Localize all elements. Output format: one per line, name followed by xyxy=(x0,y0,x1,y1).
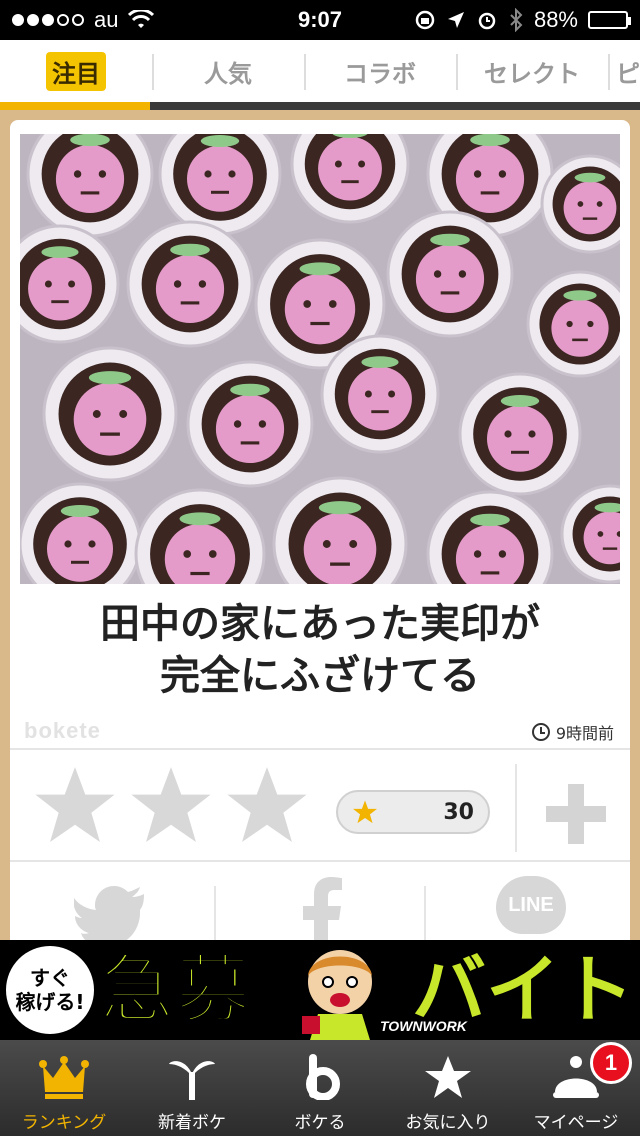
tab-collab[interactable]: コラボ xyxy=(304,40,456,102)
ad-banner[interactable]: すぐ 稼げる! 急募 バイト TOWNWORK xyxy=(0,940,640,1040)
add-to-favorites-button[interactable] xyxy=(546,784,606,844)
battery-icon xyxy=(588,11,631,29)
star-outline-icon xyxy=(131,767,211,842)
headline-line-1: 田中の家にあった実印が xyxy=(100,601,540,647)
nav-ranking[interactable]: ランキング xyxy=(0,1040,128,1136)
headline-line-2: 完全にふざけてる xyxy=(160,653,480,699)
ad-headline-left: 急募 xyxy=(99,946,252,1034)
star-icon xyxy=(423,1054,473,1100)
ad-mascot-icon xyxy=(302,950,372,1040)
rating-row: 30 xyxy=(10,750,630,860)
bokete-logo: bokete xyxy=(24,718,101,743)
post-headline: 田中の家にあった実印が 完全にふざけてる xyxy=(10,598,630,702)
wifi-icon xyxy=(128,10,155,28)
divider xyxy=(424,886,426,942)
score-badge: 30 xyxy=(336,790,490,834)
gold-star-icon xyxy=(353,800,377,824)
tab-label: 注目 xyxy=(46,51,106,91)
nav-label: マイページ xyxy=(533,1113,619,1133)
tab-partial[interactable]: ピ xyxy=(608,40,640,102)
battery-percent: 88% xyxy=(533,7,578,32)
tab-label: 人気 xyxy=(204,59,252,88)
ad-badge: すぐ 稼げる! xyxy=(6,946,94,1034)
status-left: au xyxy=(12,7,155,33)
line-share-button[interactable]: LINE xyxy=(496,876,566,934)
bokete-b-icon xyxy=(295,1054,345,1101)
nav-favorites[interactable]: お気に入り xyxy=(384,1040,512,1136)
line-label: LINE xyxy=(508,893,554,916)
nav-label: ランキング xyxy=(21,1113,107,1133)
tab-featured[interactable]: 注目 xyxy=(0,40,152,110)
rate-star-1-button[interactable] xyxy=(32,762,118,848)
nav-boke[interactable]: ボケる xyxy=(256,1040,384,1136)
candy-photo-illustration xyxy=(20,134,620,584)
ad-brand-label: TOWNWORK xyxy=(380,1018,467,1034)
post-photo[interactable] xyxy=(20,134,620,584)
tab-popular[interactable]: 人気 xyxy=(152,40,304,102)
carrier-label: au xyxy=(94,7,119,32)
notification-badge: 1 xyxy=(590,1042,632,1084)
signal-strength-icon xyxy=(12,14,84,26)
nav-label: お気に入り xyxy=(405,1113,491,1133)
clock-icon xyxy=(531,723,550,741)
rate-star-2-button[interactable] xyxy=(128,762,214,848)
category-tabs: 注目 人気 コラボ セレクト ピ xyxy=(0,40,640,110)
nav-label: 新着ボケ xyxy=(158,1113,226,1133)
post-timestamp: 9時間前 xyxy=(531,720,614,744)
status-bar: au 9:07 88% xyxy=(0,0,640,40)
ad-badge-line-2: 稼げる! xyxy=(15,990,85,1014)
divider xyxy=(214,886,216,942)
nav-mypage[interactable]: マイページ 1 xyxy=(512,1040,640,1136)
tab-label: コラボ xyxy=(344,59,416,88)
score-value: 30 xyxy=(443,799,474,825)
bottom-nav: ランキング 新着ボケ ボケる お気に入り マイページ 1 xyxy=(0,1040,640,1136)
star-outline-icon xyxy=(35,767,115,842)
rate-star-3-button[interactable] xyxy=(224,762,310,848)
bluetooth-icon xyxy=(510,8,523,32)
status-right: 88% xyxy=(414,7,631,33)
divider xyxy=(515,764,517,852)
nav-new-posts[interactable]: 新着ボケ xyxy=(128,1040,256,1136)
location-arrow-icon xyxy=(447,12,464,28)
rotation-lock-icon xyxy=(415,10,435,30)
star-outline-icon xyxy=(227,767,307,842)
ad-badge-line-1: すぐ xyxy=(30,966,70,990)
post-card: 田中の家にあった実印が 完全にふざけてる bokete 9時間前 30 LINE xyxy=(10,120,630,960)
active-tab-indicator xyxy=(0,102,150,110)
sprout-icon xyxy=(167,1054,217,1100)
tab-label: ピ xyxy=(616,59,640,88)
time-ago-label: 9時間前 xyxy=(555,724,614,743)
tab-select[interactable]: セレクト xyxy=(456,40,608,102)
crown-icon xyxy=(39,1054,89,1100)
tab-label: セレクト xyxy=(484,59,580,88)
nav-label: ボケる xyxy=(294,1113,346,1133)
alarm-icon xyxy=(478,12,496,30)
